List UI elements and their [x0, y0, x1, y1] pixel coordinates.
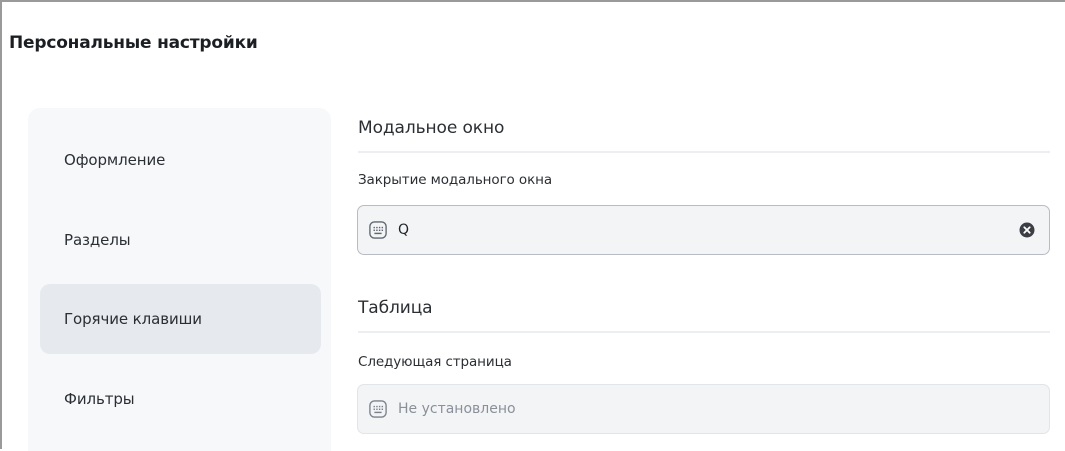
sidebar-item-label: Горячие клавиши	[64, 310, 202, 328]
keyboard-icon	[369, 221, 387, 239]
settings-sidebar: Оформление Разделы Горячие клавиши Фильт…	[28, 108, 331, 451]
page-title: Персональные настройки	[9, 33, 258, 53]
close-circle-icon[interactable]	[1019, 222, 1035, 238]
section-divider	[358, 331, 1050, 333]
hotkey-field-close-modal[interactable]: Q	[357, 205, 1050, 255]
sidebar-item-sections[interactable]: Разделы	[40, 205, 321, 275]
section-title-table: Таблица	[358, 298, 433, 318]
field-label-close-modal: Закрытие модального окна	[358, 172, 553, 188]
section-divider	[358, 151, 1050, 153]
sidebar-item-hotkeys[interactable]: Горячие клавиши	[40, 284, 321, 354]
section-title-modal: Модальное окно	[358, 118, 505, 138]
sidebar-item-label: Разделы	[64, 231, 131, 249]
settings-window: Персональные настройки Оформление Раздел…	[0, 0, 1065, 451]
hotkey-placeholder: Не установлено	[398, 401, 516, 417]
sidebar-item-filters[interactable]: Фильтры	[40, 364, 321, 434]
sidebar-item-label: Оформление	[64, 151, 166, 169]
sidebar-item-label: Фильтры	[64, 390, 135, 408]
keyboard-icon	[369, 400, 387, 418]
field-label-next-page: Следующая страница	[358, 354, 512, 370]
hotkey-value: Q	[398, 222, 410, 238]
sidebar-item-appearance[interactable]: Оформление	[40, 125, 321, 195]
hotkey-field-next-page[interactable]: Не установлено	[357, 384, 1050, 434]
